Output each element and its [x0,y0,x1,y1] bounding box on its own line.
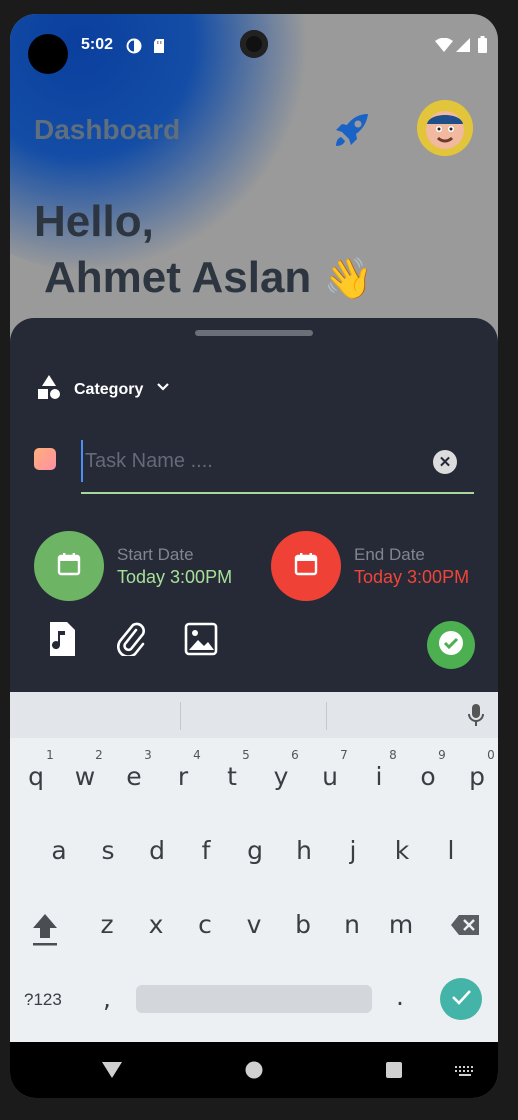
phone-screen: 5:02 Dashboard Hello, Ahmet Aslan 👋 Cate… [10,14,498,1098]
period-key[interactable]: . [380,982,420,1011]
key-o[interactable]: o [408,762,448,791]
key-w[interactable]: w [65,762,105,791]
end-date-value: Today 3:00PM [354,567,470,587]
key-t[interactable]: t [212,762,252,791]
key-z[interactable]: z [87,910,127,939]
key-k[interactable]: k [382,836,422,865]
key-r[interactable]: r [163,762,203,791]
key-b[interactable]: b [283,910,323,939]
battery-icon [478,36,487,58]
rocket-icon[interactable] [332,110,372,155]
status-bar: 5:02 [10,14,498,74]
category-icon [36,374,62,405]
key-g[interactable]: g [235,836,275,865]
calendar-icon [56,551,82,582]
image-icon[interactable] [184,622,218,661]
key-hint: 9 [438,748,446,762]
end-date-label: End Date [354,545,425,564]
suggestion-divider [326,702,327,730]
start-date-label: Start Date [117,545,194,564]
data-saver-icon [126,38,142,59]
waving-hand-icon: 👋 [323,257,374,301]
backspace-icon[interactable] [450,914,480,941]
key-hint: 5 [242,748,250,762]
sheet-handle[interactable] [195,330,313,336]
key-n[interactable]: n [332,910,372,939]
check-icon [450,986,472,1013]
key-l[interactable]: l [431,836,471,865]
key-a[interactable]: a [39,836,79,865]
symbols-key[interactable]: ?123 [24,990,62,1010]
key-h[interactable]: h [284,836,324,865]
avatar[interactable] [417,100,473,156]
clear-input-button[interactable]: ✕ [433,450,457,474]
audio-file-icon[interactable] [48,622,76,661]
front-camera [240,30,268,58]
signal-icon [456,38,470,57]
key-q[interactable]: q [16,762,56,791]
input-underline [81,492,474,494]
task-name-input[interactable] [81,440,409,482]
key-e[interactable]: e [114,762,154,791]
keyboard-switch-icon[interactable] [454,1064,476,1082]
back-icon[interactable] [102,1062,122,1083]
calendar-icon [293,551,319,582]
microphone-icon[interactable] [468,704,484,733]
end-date-button[interactable] [271,531,341,601]
key-d[interactable]: d [137,836,177,865]
key-hint: 6 [291,748,299,762]
key-m[interactable]: m [381,910,421,939]
shift-icon[interactable] [32,912,58,951]
status-time: 5:02 [81,36,114,53]
key-y[interactable]: y [261,762,301,791]
key-hint: 2 [95,748,103,762]
punch-hole [28,34,68,74]
space-bar[interactable] [136,985,372,1013]
enter-button[interactable] [440,978,482,1020]
wifi-icon [435,37,453,57]
key-hint: 4 [193,748,201,762]
sd-card-icon [152,38,166,59]
key-c[interactable]: c [185,910,225,939]
comma-key[interactable]: , [87,984,127,1013]
key-hint: 0 [487,748,495,762]
submit-task-button[interactable] [427,621,475,669]
check-circle-icon [438,630,464,661]
start-date-value: Today 3:00PM [117,567,233,587]
suggestion-strip [10,692,498,738]
soft-keyboard: ?123 , . 1q 2w 3e 4r 5t 6y 7u 8i 9o 0p asdfghjkl zx… [10,692,498,1042]
suggestion-divider [180,702,181,730]
key-hint: 3 [144,748,152,762]
home-icon[interactable] [245,1061,263,1084]
color-swatch[interactable] [34,448,56,470]
category-label: Category [74,380,144,398]
user-name: Ahmet Aslan [44,253,312,302]
attachment-icon[interactable] [116,622,146,661]
greeting-name: Ahmet Aslan 👋 [44,250,373,307]
key-s[interactable]: s [88,836,128,865]
start-date-button[interactable] [34,531,104,601]
key-f[interactable]: f [186,836,226,865]
key-u[interactable]: u [310,762,350,791]
navigation-bar [10,1042,498,1098]
category-selector[interactable]: Category [36,374,171,405]
key-hint: 1 [46,748,54,762]
add-task-sheet: Category ✕ Start Date Today 3:00PM End D… [10,318,498,718]
page-title: Dashboard [34,114,181,145]
chevron-down-icon [155,379,171,400]
greeting-line1: Hello, [34,197,154,246]
key-x[interactable]: x [136,910,176,939]
key-j[interactable]: j [333,836,373,865]
key-v[interactable]: v [234,910,274,939]
key-p[interactable]: p [457,762,497,791]
key-hint: 8 [389,748,397,762]
recents-icon[interactable] [386,1062,402,1083]
key-i[interactable]: i [359,762,399,791]
key-hint: 7 [340,748,348,762]
